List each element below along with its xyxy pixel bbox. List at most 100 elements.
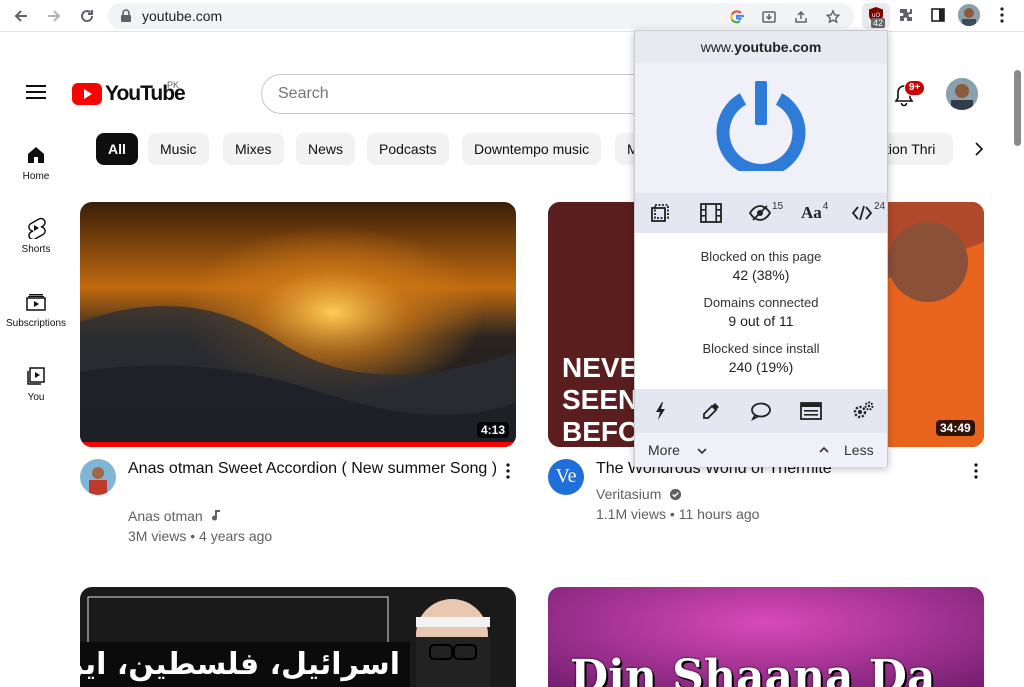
- hostname-prefix: www.: [700, 39, 735, 55]
- element-picker-button[interactable]: [699, 399, 723, 423]
- stat-value: 240 (19%): [728, 359, 794, 375]
- video-menu-button[interactable]: [966, 461, 986, 481]
- stat-value: 9 out of 11: [728, 313, 794, 329]
- bookmark-star-icon[interactable]: [824, 8, 842, 26]
- country-code: PK: [167, 80, 180, 90]
- more-button[interactable]: More: [635, 433, 725, 467]
- font-icon: Aa: [801, 203, 822, 222]
- ublock-more-less-bar: More Less: [635, 433, 887, 467]
- forward-arrow-icon: [48, 10, 61, 22]
- reload-icon: [81, 10, 94, 23]
- video-title[interactable]: Anas otman Sweet Accordion ( New summer …: [128, 458, 498, 480]
- chip-all[interactable]: All: [96, 133, 138, 165]
- page-scrollbar-track[interactable]: [1012, 66, 1024, 687]
- cosmetic-filter-icon: [749, 205, 771, 221]
- channel-avatar[interactable]: [80, 459, 116, 495]
- thumbnail-overlay-text: اسرائیل، فلسطین، ایران جنگ: [80, 647, 400, 682]
- google-icon[interactable]: [728, 8, 746, 26]
- chevron-down-icon: [697, 448, 707, 455]
- stat-label: Domains connected: [703, 295, 819, 310]
- shorts-icon: [0, 216, 72, 240]
- chip-downtempo-music[interactable]: Downtempo music: [462, 133, 602, 165]
- report-issue-button[interactable]: [749, 399, 773, 423]
- channel-avatar-text: Ve: [555, 465, 577, 487]
- stat-value: 42 (38%): [732, 267, 790, 283]
- vertical-dots-icon: [1000, 7, 1004, 23]
- sidebar-item-label: Home: [22, 171, 50, 182]
- lightning-bolt-icon: [656, 402, 665, 420]
- less-button[interactable]: Less: [805, 433, 887, 467]
- video-thumbnail[interactable]: 4:13: [80, 202, 516, 447]
- logger-button[interactable]: [799, 399, 823, 423]
- page-scrollbar-thumb[interactable]: [1014, 70, 1021, 146]
- guide-menu-button[interactable]: [26, 84, 46, 105]
- account-avatar[interactable]: [946, 78, 978, 110]
- notifications-badge: 9+: [904, 80, 926, 96]
- search-box[interactable]: [261, 74, 651, 114]
- subscriptions-icon: [0, 290, 72, 314]
- script-count: 24: [874, 200, 886, 212]
- video-thumbnail[interactable]: Din Shaana Da: [548, 587, 984, 687]
- channel-name-text: Anas otman: [128, 508, 203, 524]
- reload-button[interactable]: [76, 5, 98, 27]
- install-app-icon[interactable]: [760, 8, 778, 26]
- power-icon: [716, 81, 806, 177]
- chip-podcasts[interactable]: Podcasts: [367, 133, 449, 165]
- element-zapper-button[interactable]: [649, 201, 671, 225]
- share-icon[interactable]: [792, 8, 810, 26]
- app-root: youtube.com uO 42 YouTube PK Search 9+ H…: [0, 0, 1024, 687]
- sidebar-item-home[interactable]: Home: [0, 143, 72, 182]
- sidebar-item-subscriptions[interactable]: Subscriptions: [0, 290, 72, 329]
- profile-avatar[interactable]: [958, 4, 980, 26]
- side-panel-icon[interactable]: [928, 5, 948, 25]
- video-menu-button[interactable]: [498, 461, 518, 481]
- sidebar-item-label: Subscriptions: [5, 318, 67, 329]
- sidebar-item-label: You: [27, 392, 45, 403]
- remote-fonts-button[interactable]: Aa 4: [801, 201, 828, 225]
- browser-menu-button[interactable]: [992, 5, 1012, 25]
- ublock-stats: Blocked on this page 42 (38%) Domains co…: [635, 233, 887, 389]
- chip-music[interactable]: Music: [148, 133, 209, 165]
- channel-name-text: Veritasium: [596, 486, 662, 502]
- channel-name[interactable]: Veritasium: [596, 484, 682, 504]
- extensions-puzzle-icon[interactable]: [896, 5, 916, 25]
- channel-avatar[interactable]: Ve: [548, 459, 584, 495]
- stat-label: Blocked on this page: [700, 249, 822, 264]
- music-note-icon: [211, 510, 220, 521]
- chevron-up-icon: [819, 446, 829, 453]
- vertical-dots-icon: [974, 463, 978, 479]
- logger-list-icon: [800, 402, 822, 420]
- channel-name[interactable]: Anas otman: [128, 506, 221, 526]
- dashboard-settings-button[interactable]: [849, 399, 877, 423]
- thumbnail-overlay-text: Din Shaana Da: [570, 651, 936, 687]
- you-icon: [0, 364, 72, 388]
- video-duration: 4:13: [477, 422, 510, 438]
- speech-bubble-icon: [750, 402, 771, 421]
- url-text: youtube.com: [142, 8, 223, 24]
- profile-photo-icon: [958, 4, 980, 26]
- chips-next-button[interactable]: [970, 140, 988, 163]
- back-button[interactable]: [10, 5, 32, 27]
- sidebar-item-you[interactable]: You: [0, 364, 72, 403]
- back-arrow-icon: [14, 10, 27, 22]
- media-block-button[interactable]: [699, 201, 723, 225]
- more-label: More: [648, 442, 680, 458]
- gears-icon: [853, 401, 874, 419]
- ublock-tools-row: 15 Aa 4 24: [635, 193, 887, 233]
- sunset-water-thumbnail-image: [80, 202, 516, 447]
- browser-toolbar: youtube.com uO 42: [0, 0, 1024, 32]
- sidebar-item-shorts[interactable]: Shorts: [0, 216, 72, 255]
- address-bar[interactable]: youtube.com: [108, 3, 854, 29]
- script-icon: [851, 205, 873, 221]
- zapper-mode-button[interactable]: [649, 399, 673, 423]
- chip-mixes[interactable]: Mixes: [223, 133, 284, 165]
- cosmetic-filter-button[interactable]: 15: [749, 201, 783, 225]
- video-thumbnail[interactable]: اسرائیل، فلسطین، ایران جنگ: [80, 587, 516, 687]
- forward-button[interactable]: [43, 5, 65, 27]
- ublock-power-button[interactable]: [716, 81, 806, 177]
- chip-news[interactable]: News: [296, 133, 356, 165]
- remote-fonts-count: 4: [822, 200, 829, 212]
- javascript-button[interactable]: 24: [851, 201, 885, 225]
- search-input[interactable]: [278, 83, 638, 105]
- stat-label: Blocked since install: [702, 341, 820, 356]
